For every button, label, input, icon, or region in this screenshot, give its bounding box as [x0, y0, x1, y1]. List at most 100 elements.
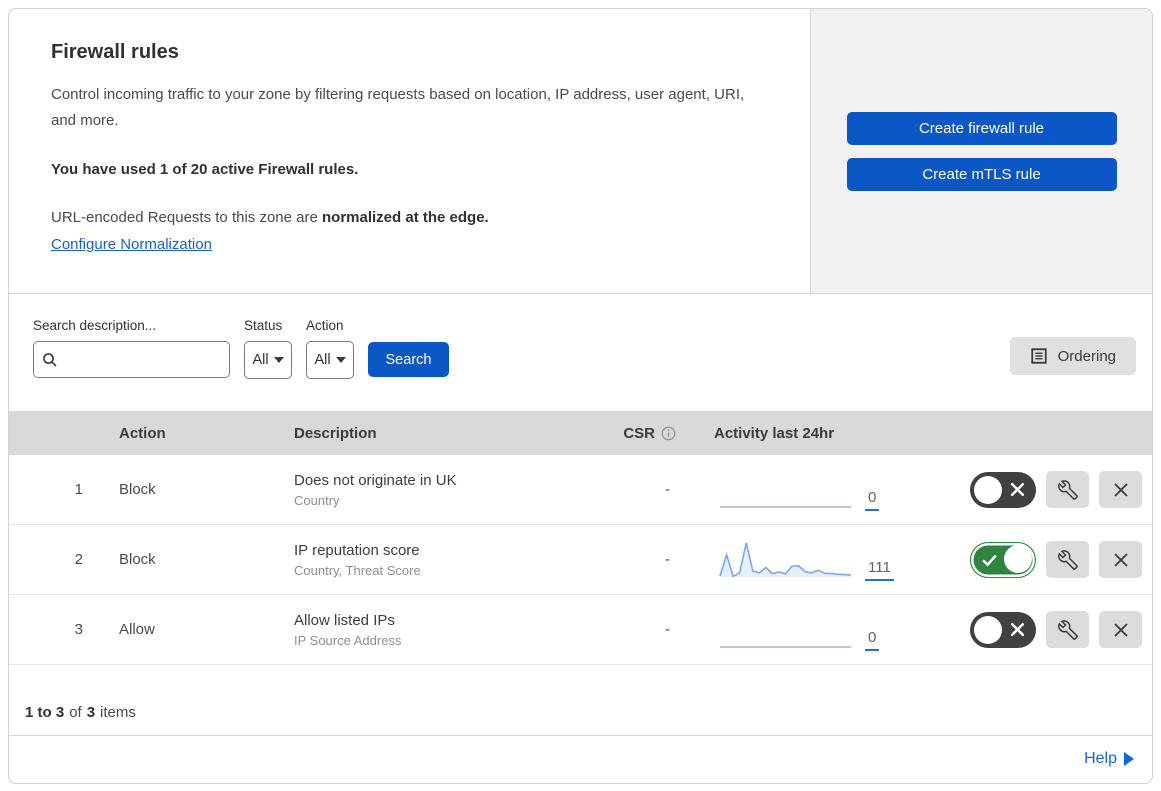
close-icon	[1113, 482, 1128, 497]
close-icon	[1113, 622, 1128, 637]
pagination-total: 3	[86, 704, 96, 721]
toggle-knob	[974, 615, 1002, 644]
activity-sparkline	[719, 542, 852, 577]
col-header-description: Description	[294, 424, 377, 442]
wrench-icon	[1057, 619, 1078, 640]
rule-enabled-toggle[interactable]	[970, 471, 1036, 508]
status-label: Status	[244, 318, 283, 333]
search-field: Search description...	[33, 318, 230, 378]
chevron-down-icon	[273, 357, 284, 363]
firewall-rules-page: Firewall rules Control incoming traffic …	[8, 8, 1153, 784]
rule-description-cell: Does not originate in UK Country	[270, 472, 590, 508]
search-button[interactable]: Search	[368, 342, 449, 377]
x-icon	[1010, 482, 1025, 496]
search-box[interactable]	[33, 341, 230, 378]
chevron-down-icon	[335, 357, 346, 363]
col-header-activity: Activity last 24hr	[714, 424, 835, 442]
normalization-bold: normalized at the edge.	[322, 208, 489, 226]
rule-csr: -	[665, 621, 670, 638]
arrow-right-icon	[1124, 751, 1134, 766]
edit-rule-button[interactable]	[1046, 541, 1089, 578]
edit-rule-button[interactable]	[1046, 471, 1089, 508]
pagination-items: items	[100, 704, 136, 721]
col-header-action: Action	[119, 424, 166, 442]
activity-count-link[interactable]: 111	[865, 559, 894, 581]
help-row: Help	[9, 735, 1152, 781]
table-row: 1 Block Does not originate in UK Country…	[9, 455, 1152, 525]
rule-activity-cell: 0	[690, 609, 952, 651]
action-field: Action All	[306, 318, 354, 379]
search-label: Search description...	[33, 318, 157, 333]
rule-action: Block	[119, 551, 156, 568]
table-row: 3 Allow Allow listed IPs IP Source Addre…	[9, 595, 1152, 665]
action-value: All	[314, 352, 331, 368]
rule-action: Block	[119, 481, 156, 498]
rule-priority: 1	[74, 481, 83, 498]
status-value: All	[252, 352, 269, 368]
rule-activity-cell: 111	[690, 539, 952, 581]
rule-priority: 2	[74, 551, 83, 568]
usage-summary: You have used 1 of 20 active Firewall ru…	[51, 160, 359, 178]
rule-description-cell: Allow listed IPs IP Source Address	[270, 612, 590, 648]
rule-criteria: Country	[294, 492, 340, 508]
x-icon	[1010, 622, 1025, 636]
check-icon	[982, 554, 997, 567]
normalization-note: URL-encoded Requests to this zone are no…	[51, 206, 768, 230]
delete-rule-button[interactable]	[1099, 611, 1142, 648]
table-row: 2 Block IP reputation score Country, Thr…	[9, 525, 1152, 595]
configure-normalization-link[interactable]: Configure Normalization	[51, 236, 212, 253]
table-header: Action Description CSR Activity last 24h…	[9, 411, 1152, 455]
activity-count-link[interactable]: 0	[865, 489, 880, 511]
rule-description: Allow listed IPs	[294, 611, 395, 629]
rule-description-cell: IP reputation score Country, Threat Scor…	[270, 542, 590, 578]
page-title: Firewall rules	[51, 41, 179, 63]
delete-rule-button[interactable]	[1099, 471, 1142, 508]
rule-enabled-toggle[interactable]	[970, 541, 1036, 578]
ordering-button[interactable]: Ordering	[1009, 337, 1136, 375]
rule-priority: 3	[74, 621, 83, 638]
close-icon	[1113, 552, 1128, 567]
pagination-range: 1 to 3	[25, 704, 65, 721]
normalization-prefix: URL-encoded Requests to this zone are	[51, 208, 322, 226]
info-icon[interactable]	[661, 426, 676, 441]
activity-count-link[interactable]: 0	[865, 629, 880, 651]
status-dropdown[interactable]: All	[244, 341, 292, 379]
rule-description: IP reputation score	[294, 541, 420, 559]
search-submit-field: Search	[368, 318, 449, 377]
toggle-knob	[1004, 545, 1032, 573]
pagination-summary: 1 to 3 of 3 items	[9, 665, 1152, 735]
status-field: Status All	[244, 318, 292, 379]
rule-csr: -	[665, 481, 670, 498]
help-link[interactable]: Help	[1084, 750, 1134, 768]
search-icon	[43, 352, 57, 367]
rule-criteria: IP Source Address	[294, 632, 402, 648]
wrench-icon	[1057, 549, 1078, 570]
rule-controls	[952, 471, 1152, 508]
rule-controls	[952, 611, 1152, 648]
pagination-of: of	[69, 704, 82, 721]
rule-description: Does not originate in UK	[294, 471, 457, 489]
cta-panel: Create firewall rule Create mTLS rule	[810, 9, 1152, 293]
filter-bar: Search description... Status All Action …	[9, 294, 1152, 411]
ordering-label: Ordering	[1057, 347, 1116, 365]
help-label: Help	[1084, 749, 1117, 767]
rule-action: Allow	[119, 621, 155, 638]
rule-controls	[952, 541, 1152, 578]
edit-rule-button[interactable]	[1046, 611, 1089, 648]
rule-criteria: Country, Threat Score	[294, 562, 421, 578]
wrench-icon	[1057, 479, 1078, 500]
toggle-knob	[974, 475, 1002, 504]
intro-panel: Firewall rules Control incoming traffic …	[9, 9, 810, 293]
delete-rule-button[interactable]	[1099, 541, 1142, 578]
create-firewall-rule-button[interactable]: Create firewall rule	[846, 111, 1117, 145]
action-label: Action	[306, 318, 344, 333]
activity-sparkline	[720, 645, 851, 648]
rule-csr: -	[665, 551, 670, 568]
action-dropdown[interactable]: All	[306, 341, 354, 379]
ordering-list-icon	[1030, 348, 1047, 364]
search-input[interactable]	[64, 351, 221, 368]
col-header-csr: CSR	[590, 425, 690, 442]
rule-enabled-toggle[interactable]	[970, 611, 1036, 648]
page-description: Control incoming traffic to your zone by…	[51, 86, 745, 130]
create-mtls-rule-button[interactable]: Create mTLS rule	[846, 157, 1117, 191]
